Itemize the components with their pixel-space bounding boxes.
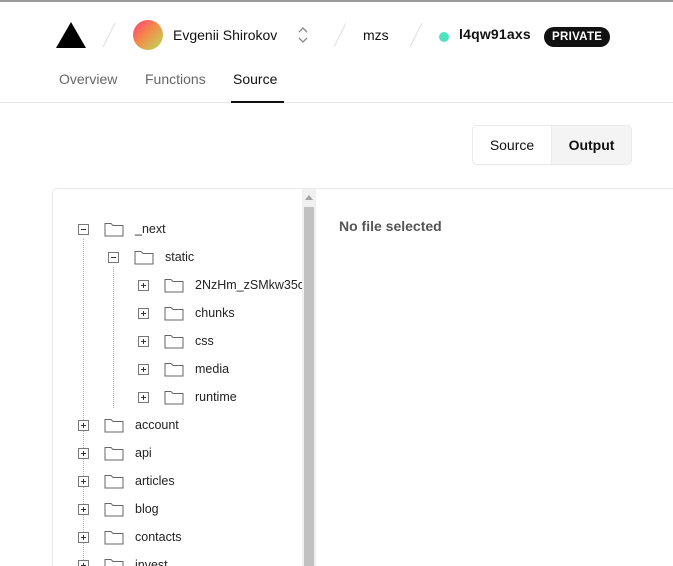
expand-icon[interactable] [78,475,89,487]
tree-item-label: static [165,250,195,264]
tree-item-next[interactable]: _next [78,219,166,239]
tree-item-account[interactable]: account [78,415,179,435]
tree-item-api[interactable]: api [78,443,152,463]
collapse-icon[interactable] [108,251,119,263]
folder-icon [164,363,184,377]
expand-icon[interactable] [138,279,149,291]
tree-item-media[interactable]: media [138,359,229,379]
tree-item-label: api [135,446,152,460]
tree-item-invest[interactable]: invest [78,555,168,566]
expand-icon[interactable] [78,419,89,431]
separator-slash-icon [102,22,116,48]
folder-icon [104,223,124,237]
tree-guide-line [113,267,114,408]
active-tab-indicator [231,101,284,103]
expand-icon[interactable] [78,559,89,566]
deployment-id[interactable]: l4qw91axs [459,26,531,42]
scrollbar-thumb[interactable] [304,207,314,566]
tree-item-static[interactable]: static [108,247,194,267]
expand-icon[interactable] [138,363,149,375]
expand-icon[interactable] [78,447,89,459]
tree-item-articles[interactable]: articles [78,471,175,491]
folder-icon [164,279,184,293]
folder-icon [134,251,154,265]
tree-item-label: _next [135,222,166,236]
tree-item-css[interactable]: css [138,331,214,351]
tree-item-label: chunks [195,306,235,320]
tree-item-label: articles [135,474,175,488]
separator-slash-icon [409,22,423,48]
no-file-selected-message: No file selected [339,218,442,234]
source-browser-panel: _next static 2NzHm_zSMkw35c chunks css m… [52,188,673,566]
folder-icon [164,335,184,349]
expand-icon[interactable] [78,503,89,515]
tree-item-label: 2NzHm_zSMkw35c [195,278,302,292]
expand-icon[interactable] [138,391,149,403]
tree-item-chunks[interactable]: chunks [138,303,235,323]
tab-source[interactable]: Source [233,71,277,87]
tree-item-label: invest [135,558,168,566]
tab-overview[interactable]: Overview [59,71,117,87]
folder-icon [164,307,184,321]
project-name[interactable]: mzs [363,27,389,43]
tree-item-label: runtime [195,390,237,404]
separator-slash-icon [333,22,347,48]
tree-item-label: css [195,334,214,348]
tree-item-label: blog [135,502,159,516]
user-name[interactable]: Evgenii Shirokov [173,27,277,43]
tree-item-blog[interactable]: blog [78,499,159,519]
source-view-button[interactable]: Source [473,126,552,164]
folder-icon [104,559,124,566]
tree-scrollbar[interactable] [302,189,316,566]
folder-icon [104,447,124,461]
folder-icon [164,391,184,405]
visibility-badge: PRIVATE [544,27,611,47]
avatar[interactable] [133,20,163,50]
folder-icon [104,475,124,489]
tree-item-label: contacts [135,530,182,544]
tab-functions[interactable]: Functions [145,71,206,87]
tree-item-build-id[interactable]: 2NzHm_zSMkw35c [138,275,302,295]
folder-icon [104,419,124,433]
vercel-logo-icon[interactable] [56,22,86,48]
expand-icon[interactable] [78,531,89,543]
scroll-up-arrow-icon[interactable] [305,195,313,200]
output-view-button[interactable]: Output [552,126,631,164]
header: Evgenii Shirokov mzs l4qw91axs PRIVATE O… [0,2,673,103]
tree-item-label: media [195,362,230,376]
tree-item-contacts[interactable]: contacts [78,527,182,547]
collapse-icon[interactable] [78,223,89,235]
tree-item-runtime[interactable]: runtime [138,387,237,407]
folder-icon [104,503,124,517]
chevron-up-down-icon[interactable] [297,25,309,45]
expand-icon[interactable] [138,335,149,347]
expand-icon[interactable] [138,307,149,319]
view-toggle: Source Output [472,125,632,165]
tree-item-label: account [135,418,179,432]
file-tree: _next static 2NzHm_zSMkw35c chunks css m… [53,189,302,566]
deployment-status-dot [439,32,449,42]
folder-icon [104,531,124,545]
